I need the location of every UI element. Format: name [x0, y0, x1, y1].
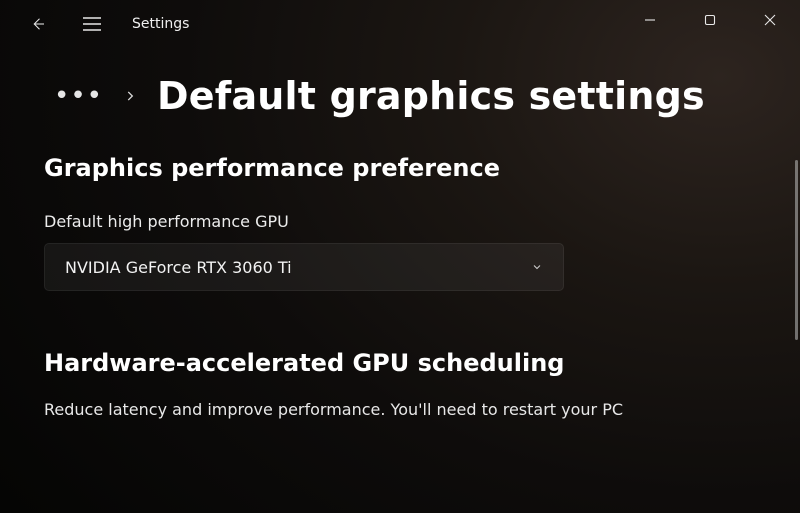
section-description-gpu-scheduling: Reduce latency and improve performance. …: [44, 399, 756, 421]
dropdown-value: NVIDIA GeForce RTX 3060 Ti: [65, 258, 292, 277]
minimize-button[interactable]: [620, 0, 680, 40]
arrow-left-icon: [29, 15, 47, 33]
hamburger-icon: [83, 17, 101, 31]
close-button[interactable]: [740, 0, 800, 40]
page-title: Default graphics settings: [157, 74, 705, 118]
nav-menu-button[interactable]: [72, 4, 112, 44]
content-area: ••• Default graphics settings Graphics p…: [0, 48, 800, 513]
breadcrumb-ellipsis-button[interactable]: •••: [44, 83, 103, 109]
section-heading-graphics-preference: Graphics performance preference: [44, 154, 756, 182]
field-label-default-gpu: Default high performance GPU: [44, 212, 756, 231]
app-title: Settings: [132, 16, 189, 32]
maximize-icon: [704, 14, 716, 26]
chevron-down-icon: [531, 261, 543, 273]
scrollbar-thumb[interactable]: [795, 160, 798, 340]
chevron-right-icon: [123, 89, 137, 103]
maximize-button[interactable]: [680, 0, 740, 40]
back-button[interactable]: [18, 4, 58, 44]
default-gpu-dropdown[interactable]: NVIDIA GeForce RTX 3060 Ti: [44, 243, 564, 291]
breadcrumb: ••• Default graphics settings: [44, 74, 756, 118]
window-controls: [620, 0, 800, 40]
minimize-icon: [644, 14, 656, 26]
section-heading-gpu-scheduling: Hardware-accelerated GPU scheduling: [44, 349, 756, 377]
close-icon: [764, 14, 776, 26]
